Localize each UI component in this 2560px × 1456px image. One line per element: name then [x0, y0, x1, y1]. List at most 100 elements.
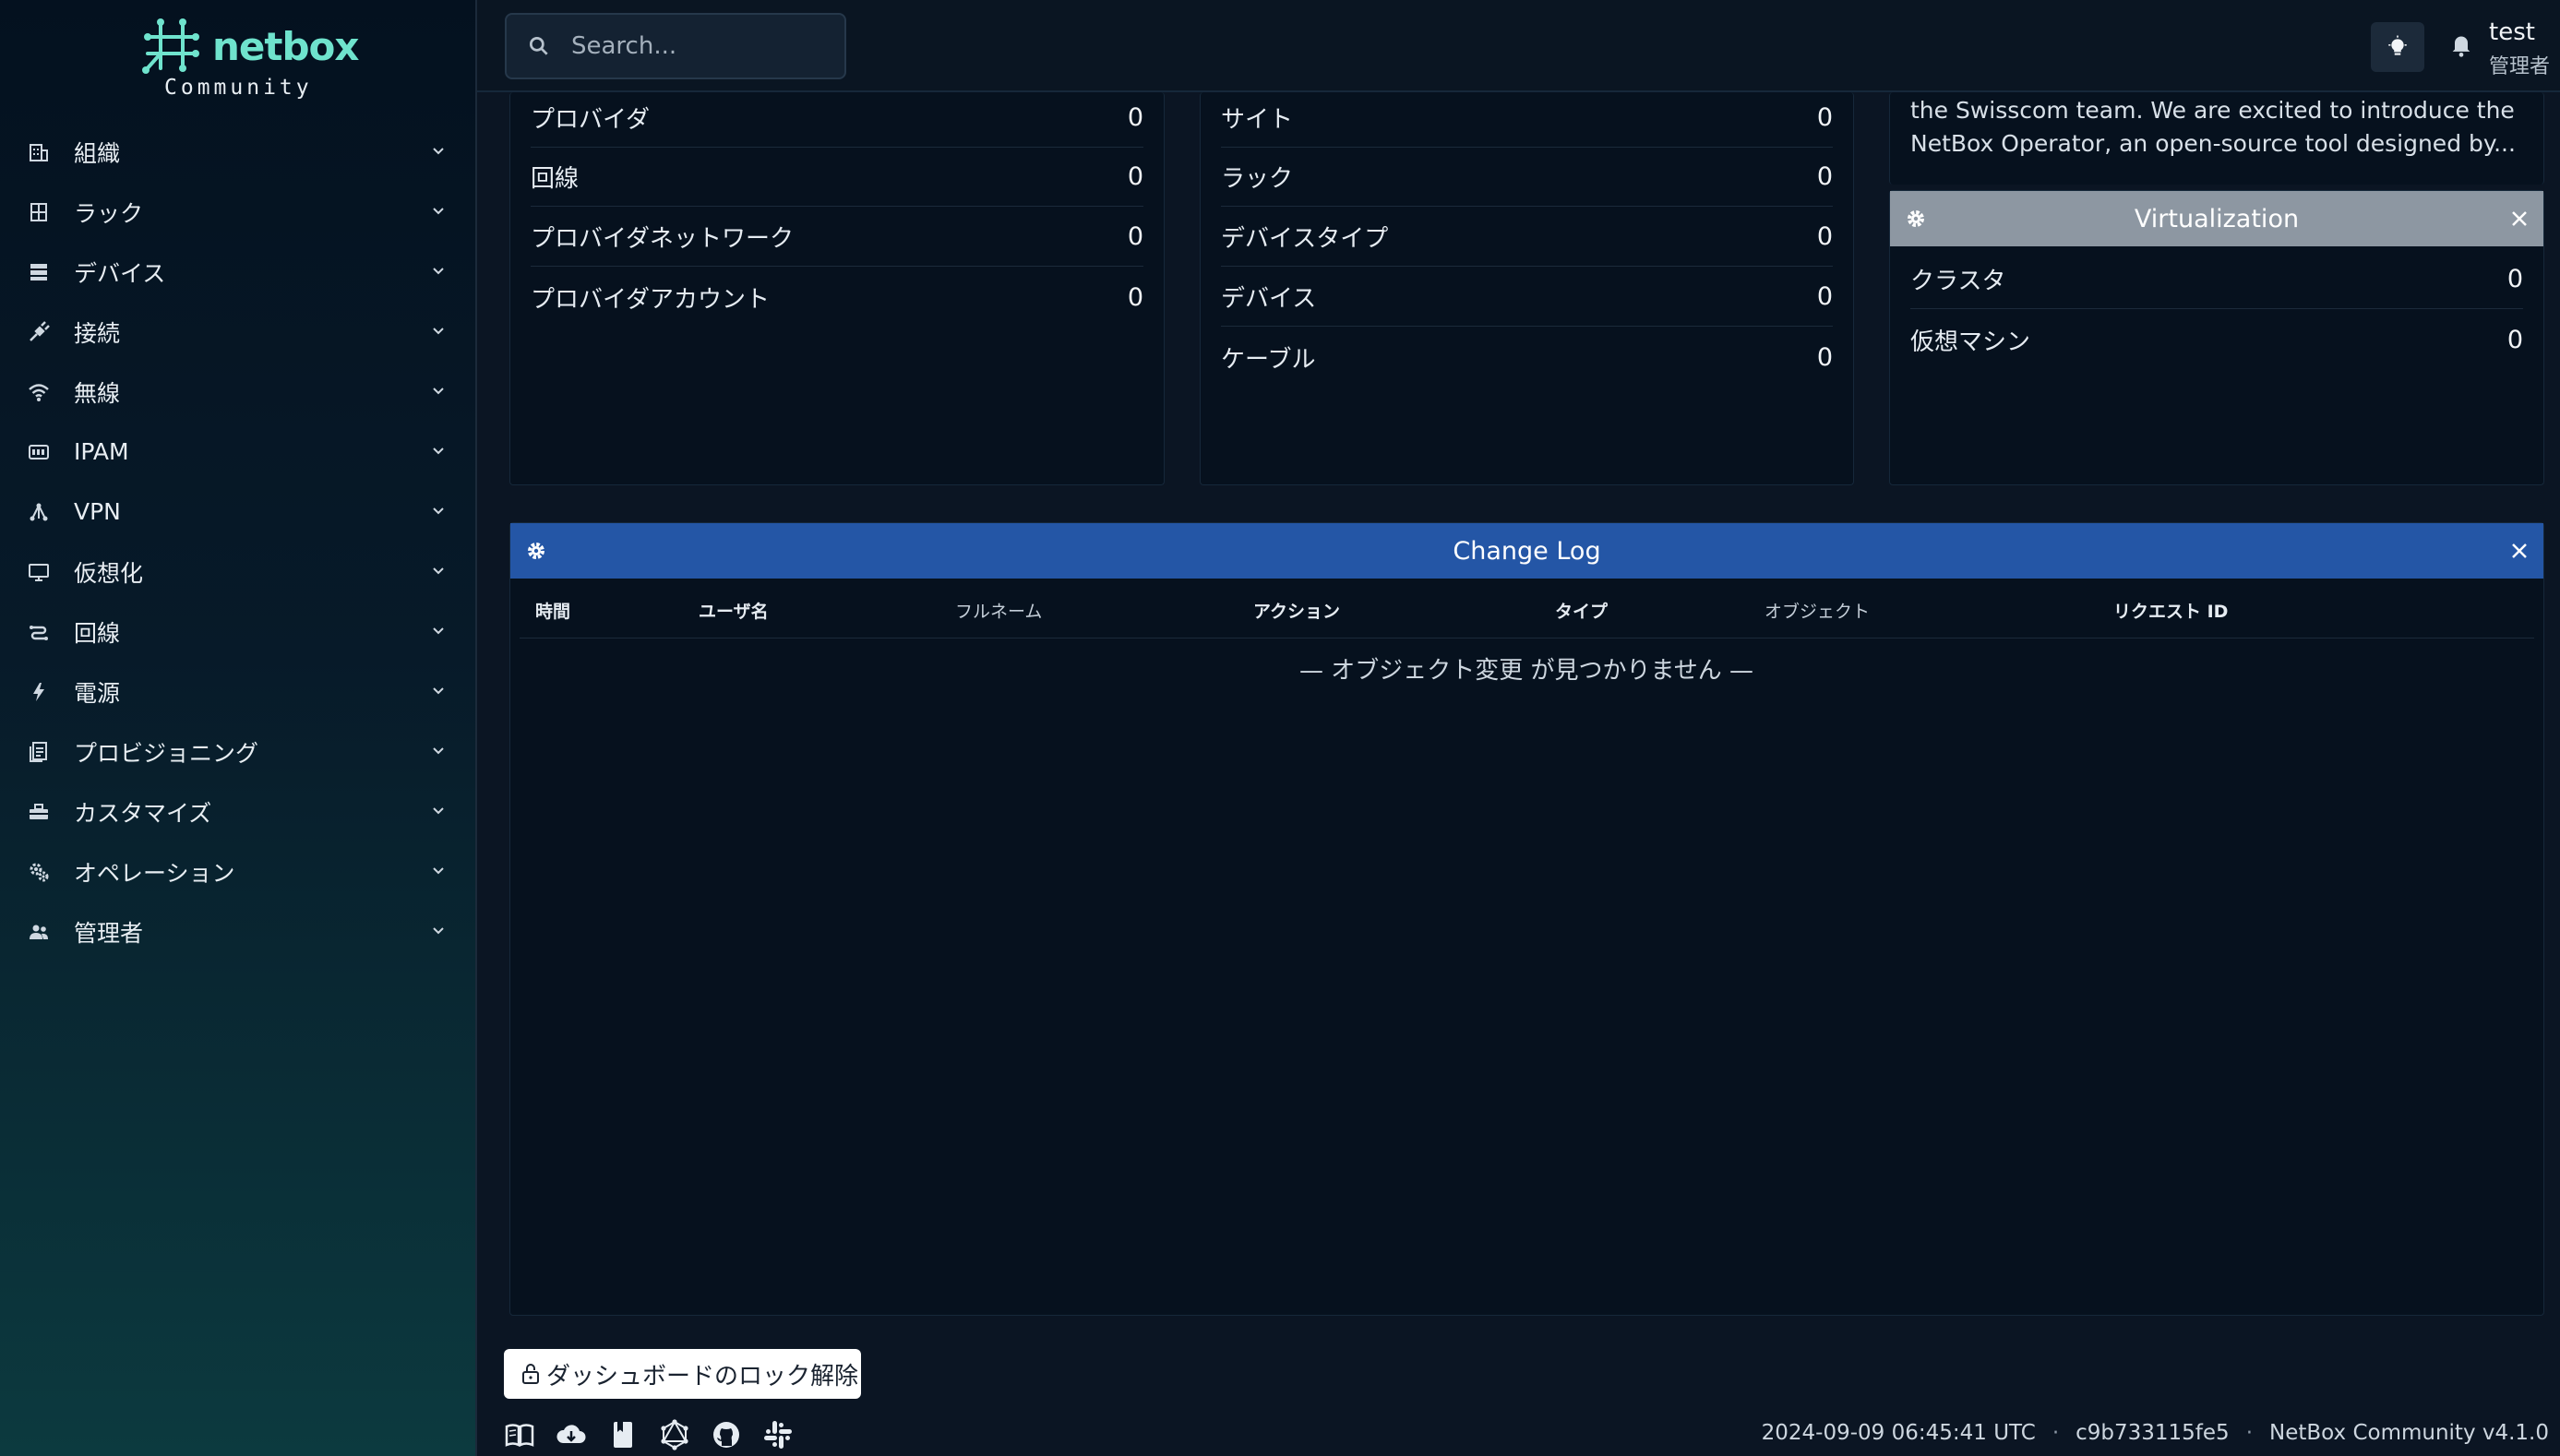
lightbulb-icon [2388, 35, 2407, 55]
rack-icon [26, 199, 52, 225]
file-document-icon [26, 739, 52, 765]
graphql-icon[interactable] [659, 1419, 690, 1450]
news-feed-text[interactable]: the Swisscom team. We are excited to int… [1910, 94, 2519, 161]
row-label: クラスタ [1910, 268, 2006, 295]
sidebar-item-racks[interactable]: ラック [0, 182, 475, 242]
column-header-fullname: フルネーム [955, 602, 1043, 622]
chevron-down-icon [433, 208, 444, 215]
widget-row[interactable]: デバイス 0 [1221, 268, 1833, 327]
footer-links [504, 1419, 814, 1450]
account-group-icon [26, 919, 52, 945]
bookmark-book-icon[interactable] [607, 1419, 639, 1450]
widget-row[interactable]: クラスタ 0 [1910, 250, 2523, 309]
chevron-down-icon [433, 388, 444, 395]
sidebar-item-circuits[interactable]: 回線 [0, 602, 475, 662]
search-input[interactable] [571, 32, 839, 60]
column-header-type[interactable]: タイプ [1555, 598, 1608, 623]
sidebar-item-label: 回線 [74, 619, 121, 647]
widget-row[interactable]: プロバイダアカウント 0 [531, 268, 1143, 327]
virtualization-widget: Virtualization クラスタ 0 仮想マシン 0 [1889, 190, 2544, 485]
bell-icon[interactable] [2448, 33, 2474, 59]
sidebar-item-label: カスタマイズ [74, 799, 212, 827]
sidebar-item-customization[interactable]: カスタマイズ [0, 782, 475, 841]
book-open-icon[interactable] [504, 1419, 535, 1450]
theme-toggle-button[interactable] [2371, 22, 2424, 72]
row-count: 0 [1127, 103, 1143, 132]
chevron-down-icon [433, 507, 444, 515]
footer-separator: · [2245, 1421, 2253, 1445]
sidebar: netbox Community 組織 ラック デバイス 接続 無線 IPAM … [0, 0, 477, 1456]
search-box[interactable] [505, 13, 846, 79]
sidebar-item-virtualization[interactable]: 仮想化 [0, 542, 475, 602]
chevron-down-icon [433, 687, 444, 695]
wifi-icon [26, 379, 52, 405]
changelog-widget-header[interactable]: Change Log [510, 523, 2543, 579]
dcim-widget: サイト 0 ラック 0 デバイスタイプ 0 デバイス 0 ケーブル 0 [1200, 92, 1854, 485]
unlock-dashboard-button[interactable]: ダッシュボードのロック解除 [504, 1349, 861, 1399]
sidebar-item-power[interactable]: 電源 [0, 662, 475, 722]
widget-row[interactable]: 仮想マシン 0 [1910, 310, 2523, 369]
column-header-username[interactable]: ユーザ名 [699, 598, 769, 623]
brand-logo-link[interactable]: netbox Community [138, 17, 360, 109]
gear-icon[interactable] [1905, 208, 1927, 230]
sidebar-item-label: ラック [74, 199, 144, 227]
row-count: 0 [1127, 162, 1143, 191]
sidebar-item-label: デバイス [74, 259, 166, 287]
widget-row[interactable]: ケーブル 0 [1221, 328, 1833, 387]
widget-row[interactable]: ラック 0 [1221, 148, 1833, 207]
column-header-request-id[interactable]: リクエスト ID [2113, 598, 2228, 623]
user-menu-name[interactable]: test [2489, 18, 2535, 46]
sidebar-item-operations[interactable]: オペレーション [0, 841, 475, 901]
footer-info: 2024-09-09 06:45:41 UTC · c9b733115fe5 · Net… [1762, 1421, 2549, 1445]
sidebar-item-label: 組織 [74, 139, 121, 167]
close-icon[interactable] [2508, 208, 2530, 230]
chevron-down-icon [433, 627, 444, 635]
slack-icon[interactable] [762, 1419, 794, 1450]
widget-row[interactable]: プロバイダネットワーク 0 [531, 208, 1143, 267]
row-label: プロバイダアカウント [531, 285, 770, 314]
sidebar-item-organization[interactable]: 組織 [0, 122, 475, 182]
sidebar-item-provisioning[interactable]: プロビジョニング [0, 722, 475, 782]
chevron-down-icon [433, 747, 444, 755]
sidebar-item-label: 電源 [74, 679, 121, 707]
chevron-down-icon [433, 927, 444, 935]
sidebar-item-label: 無線 [74, 379, 121, 407]
footer-separator: · [2052, 1421, 2060, 1445]
user-menu-role: 管理者 [2489, 55, 2551, 78]
row-label: プロバイダ [531, 106, 650, 134]
widget-row[interactable]: サイト 0 [1221, 89, 1833, 148]
row-label: デバイスタイプ [1221, 225, 1389, 253]
sidebar-item-vpn[interactable]: VPN [0, 482, 475, 542]
sidebar-item-ipam[interactable]: IPAM [0, 422, 475, 482]
cloud-download-icon[interactable] [556, 1419, 587, 1450]
github-icon[interactable] [711, 1419, 742, 1450]
empty-table-message: — オブジェクト変更 が見つかりません — [1298, 657, 1753, 685]
footer-commit[interactable]: c9b733115fe5 [2076, 1421, 2230, 1445]
row-count: 0 [1816, 222, 1833, 251]
row-count: 0 [2506, 325, 2523, 354]
chevron-down-icon [433, 807, 444, 815]
sidebar-item-wireless[interactable]: 無線 [0, 362, 475, 422]
row-count: 0 [1816, 342, 1833, 372]
sidebar-item-admin[interactable]: 管理者 [0, 901, 475, 961]
widget-row[interactable]: プロバイダ 0 [531, 89, 1143, 148]
row-label: サイト [1221, 106, 1294, 134]
row-label: 仮想マシン [1910, 328, 2031, 356]
sidebar-item-label: IPAM [74, 438, 129, 465]
virtualization-widget-header[interactable]: Virtualization [1890, 191, 2543, 246]
column-header-time[interactable]: 時間 [535, 598, 570, 623]
sidebar-nav: 組織 ラック デバイス 接続 無線 IPAM VPN 仮想化 回線 電源 プロビ… [0, 122, 475, 961]
row-count: 0 [1816, 282, 1833, 311]
row-label: デバイス [1221, 285, 1317, 313]
close-icon[interactable] [2508, 540, 2530, 562]
row-count: 0 [2506, 265, 2523, 293]
chevron-down-icon [433, 867, 444, 875]
chevron-down-icon [433, 328, 444, 335]
sidebar-item-devices[interactable]: デバイス [0, 242, 475, 302]
gear-icon[interactable] [525, 540, 547, 562]
sidebar-item-connections[interactable]: 接続 [0, 302, 475, 362]
widget-row[interactable]: デバイスタイプ 0 [1221, 208, 1833, 267]
row-count: 0 [1816, 103, 1833, 132]
column-header-action[interactable]: アクション [1253, 598, 1340, 623]
widget-row[interactable]: 回線 0 [531, 148, 1143, 207]
